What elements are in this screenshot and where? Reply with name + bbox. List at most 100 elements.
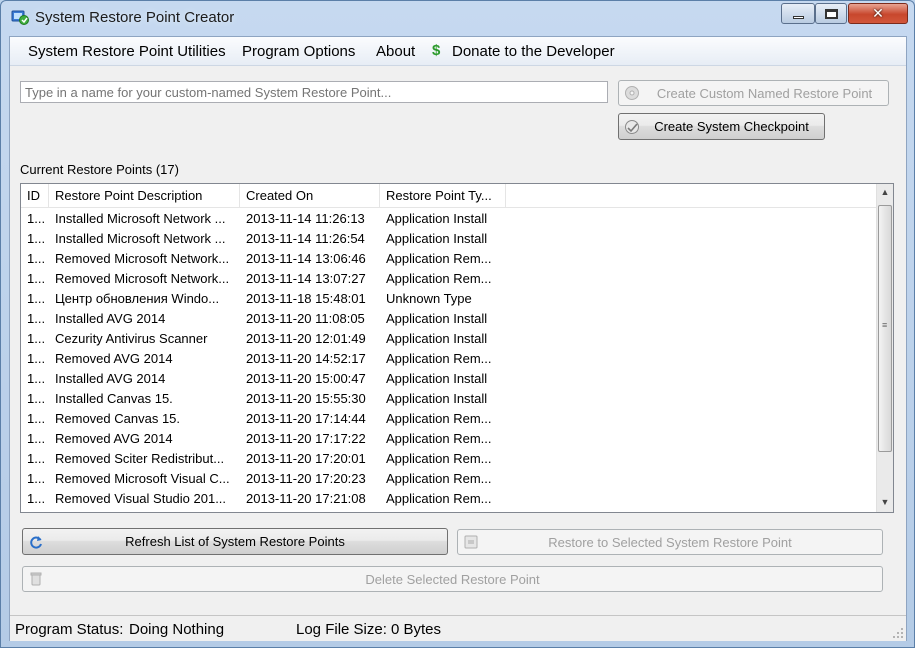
list-scrollbar[interactable]: ▲ ≡ ▼	[876, 184, 893, 512]
cell-description: Центр обновления Windo...	[55, 291, 220, 306]
refresh-label: Refresh List of System Restore Points	[125, 534, 345, 549]
delete-selected-point-button[interactable]: Delete Selected Restore Point	[22, 566, 883, 592]
table-row[interactable]: 1... Cezurity Antivirus Scanner 2013-11-20…	[21, 329, 879, 349]
restore-icon	[464, 535, 478, 549]
cell-created-on: 2013-11-20 14:52:17	[246, 351, 366, 366]
table-row[interactable]: 1... Removed AVG 2014 2013-11-20 17:17:22 A…	[21, 429, 879, 449]
cell-description: Installed Canvas 15.	[55, 391, 173, 406]
cell-description: Removed Microsoft Network...	[55, 271, 230, 286]
list-body: 1... Installed Microsoft Network ... 2013-…	[21, 209, 879, 509]
cell-created-on: 2013-11-20 17:20:23	[246, 471, 366, 486]
cell-description: Installed AVG 2014	[55, 311, 166, 326]
cell-id: 1...	[27, 291, 46, 306]
cell-id: 1...	[27, 431, 46, 446]
maximize-icon	[824, 8, 838, 19]
menu-about[interactable]: About	[376, 43, 415, 60]
cell-description: Removed AVG 2014	[55, 431, 173, 446]
cell-type: Application Rem...	[386, 491, 492, 506]
cell-id: 1...	[27, 411, 46, 426]
column-header-id[interactable]: ID	[21, 184, 49, 208]
cell-created-on: 2013-11-20 17:17:22	[246, 431, 366, 446]
scroll-down-arrow-icon[interactable]: ▼	[877, 494, 893, 511]
refresh-icon	[30, 535, 42, 548]
checkpoint-icon	[625, 119, 639, 134]
cell-created-on: 2013-11-20 11:08:05	[246, 311, 365, 326]
create-custom-restore-point-button[interactable]: Create Custom Named Restore Point	[618, 80, 889, 106]
cell-id: 1...	[27, 351, 46, 366]
resize-grip-icon[interactable]	[892, 627, 904, 639]
cell-description: Removed Canvas 15.	[55, 411, 181, 426]
close-icon: ✕	[872, 5, 884, 21]
table-row[interactable]: 1... Removed Microsoft Visual C... 2013-11…	[21, 469, 879, 489]
column-header-type[interactable]: Restore Point Ty...	[380, 184, 506, 208]
table-row[interactable]: 1... Removed AVG 2014 2013-11-20 14:52:17 A…	[21, 349, 879, 369]
restore-points-count-label: Current Restore Points (17)	[20, 162, 179, 177]
minimize-button[interactable]	[781, 3, 815, 24]
menu-utilities[interactable]: System Restore Point Utilities	[28, 43, 226, 60]
table-row[interactable]: 1... Removed Microsoft Network... 2013-11-…	[21, 249, 879, 269]
cell-created-on: 2013-11-20 17:21:08	[246, 491, 366, 506]
cell-created-on: 2013-11-20 15:00:47	[246, 371, 366, 386]
log-file-size-label: Log File Size:	[296, 621, 387, 638]
cell-type: Application Rem...	[386, 431, 492, 446]
table-row[interactable]: 1... Installed AVG 2014 2013-11-20 11:08:0…	[21, 309, 879, 329]
cell-id: 1...	[27, 371, 46, 386]
cell-id: 1...	[27, 471, 46, 486]
cell-type: Application Install	[386, 311, 488, 326]
cell-type: Application Rem...	[386, 411, 492, 426]
restore-point-name-input[interactable]	[20, 81, 608, 103]
cell-type: Application Install	[386, 391, 488, 406]
cell-created-on: 2013-11-14 11:26:54	[246, 231, 365, 246]
log-file-size-value: 0 Bytes	[391, 621, 442, 638]
menu-donate[interactable]: Donate to the Developer	[452, 43, 615, 60]
table-row[interactable]: 1... Installed Canvas 15. 2013-11-20 15:55…	[21, 389, 879, 409]
column-header-description[interactable]: Restore Point Description	[49, 184, 240, 208]
menu-bar: System Restore Point Utilities Program O…	[10, 37, 906, 66]
cell-type: Application Rem...	[386, 251, 492, 266]
table-row[interactable]: 1... Removed Canvas 15. 2013-11-20 17:14:4…	[21, 409, 879, 429]
table-row[interactable]: 1... Removed Visual Studio 201... 2013-11-…	[21, 489, 879, 509]
cell-created-on: 2013-11-14 11:26:13	[246, 211, 365, 226]
cell-created-on: 2013-11-20 15:55:30	[246, 391, 366, 406]
restore-label: Restore to Selected System Restore Point	[548, 534, 792, 550]
menu-program-options[interactable]: Program Options	[242, 43, 355, 60]
cell-type: Unknown Type	[386, 291, 472, 306]
column-header-created-on[interactable]: Created On	[240, 184, 380, 208]
trash-icon	[30, 572, 42, 586]
table-row[interactable]: 1... Installed AVG 2014 2013-11-20 15:00:4…	[21, 369, 879, 389]
program-status-label: Program Status:	[15, 621, 124, 638]
cell-id: 1...	[27, 271, 46, 286]
cell-created-on: 2013-11-18 15:48:01	[246, 291, 366, 306]
refresh-restore-points-button[interactable]: Refresh List of System Restore Points	[22, 528, 448, 555]
scroll-thumb[interactable]: ≡	[878, 205, 892, 452]
restore-points-list[interactable]: ID Restore Point Description Created On …	[20, 183, 894, 513]
cell-id: 1...	[27, 311, 46, 326]
cell-description: Installed Microsoft Network ...	[55, 211, 226, 226]
cell-description: Removed Microsoft Visual C...	[55, 471, 230, 486]
cell-type: Application Install	[386, 231, 488, 246]
grip-icon: ≡	[882, 320, 888, 330]
create-system-checkpoint-button[interactable]: Create System Checkpoint	[618, 113, 825, 140]
table-row[interactable]: 1... Installed Microsoft Network ... 2013-…	[21, 229, 879, 249]
cell-type: Application Rem...	[386, 471, 492, 486]
cell-type: Application Rem...	[386, 451, 492, 466]
maximize-button[interactable]	[815, 3, 847, 24]
scroll-up-arrow-icon[interactable]: ▲	[877, 184, 893, 201]
disc-icon	[625, 86, 639, 100]
title-bar[interactable]: System Restore Point Creator ✕	[1, 1, 914, 33]
cell-description: Removed AVG 2014	[55, 351, 173, 366]
table-row[interactable]: 1... Центр обновления Windo... 2013-11-18 …	[21, 289, 879, 309]
window-title: System Restore Point Creator	[35, 9, 235, 26]
cell-id: 1...	[27, 251, 46, 266]
app-icon	[11, 10, 29, 25]
table-row[interactable]: 1... Installed Microsoft Network ... 2013-…	[21, 209, 879, 229]
dollar-icon: $	[432, 42, 441, 59]
restore-selected-point-button[interactable]: Restore to Selected System Restore Point	[457, 529, 883, 555]
minimize-icon	[792, 16, 804, 19]
app-window: System Restore Point Creator ✕ System Re…	[0, 0, 915, 648]
table-row[interactable]: 1... Removed Microsoft Network... 2013-11-…	[21, 269, 879, 289]
cell-description: Removed Microsoft Network...	[55, 251, 230, 266]
close-button[interactable]: ✕	[848, 3, 908, 24]
cell-id: 1...	[27, 491, 46, 506]
table-row[interactable]: 1... Removed Sciter Redistribut... 2013-11…	[21, 449, 879, 469]
